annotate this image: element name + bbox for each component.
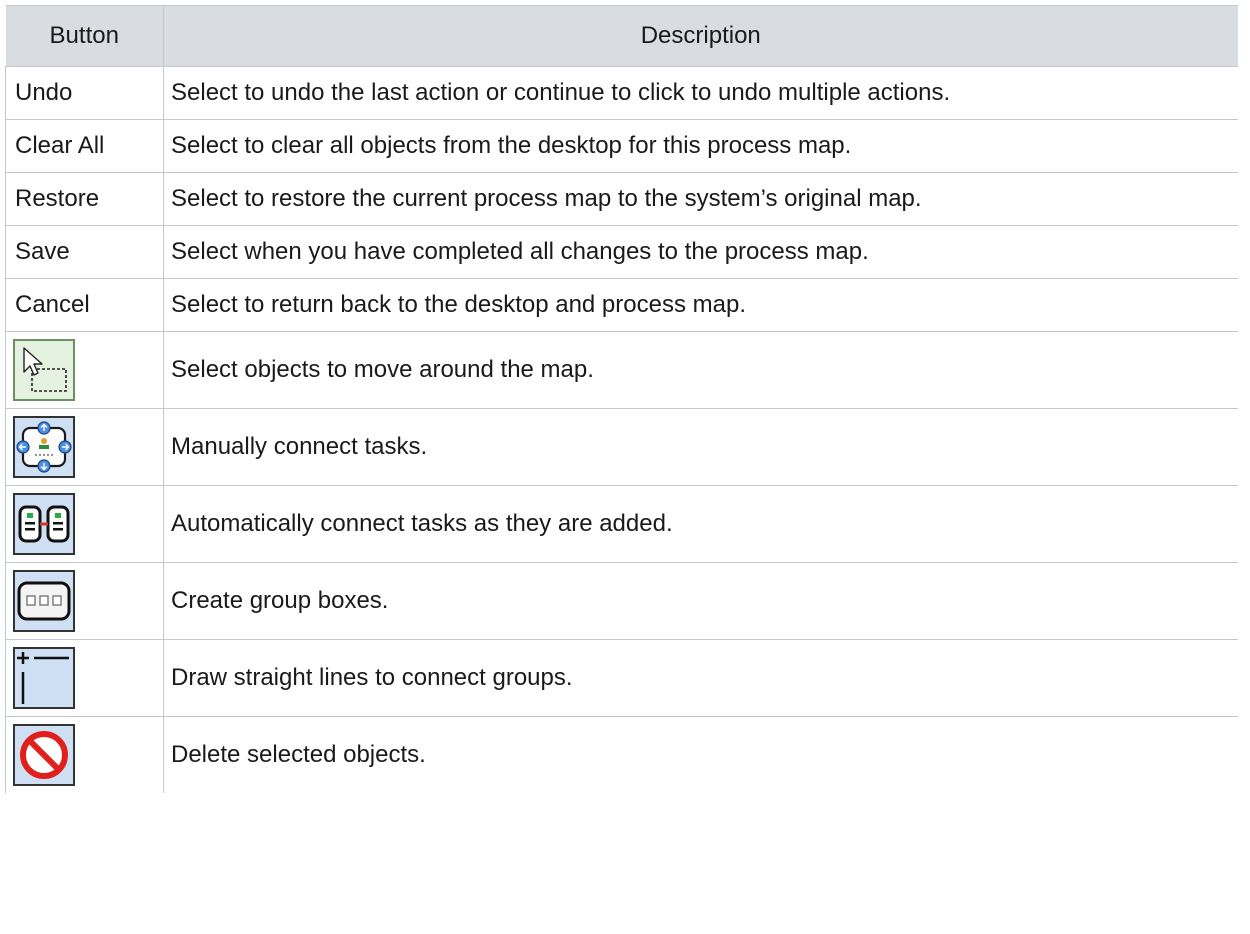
table-row: Clear All Select to clear all objects fr…: [5, 119, 1238, 173]
table-row: Cancel Select to return back to the desk…: [5, 278, 1238, 332]
button-description: Manually connect tasks.: [163, 408, 1238, 486]
button-description: Automatically connect tasks as they are …: [163, 485, 1238, 563]
button-description: Delete selected objects.: [171, 741, 426, 768]
table-row: Save Select when you have completed all …: [5, 225, 1238, 279]
button-description: Draw straight lines to connect groups.: [163, 639, 1238, 717]
table-row: Undo Select to undo the last action or c…: [5, 66, 1238, 120]
table-row: Draw straight lines to connect groups.: [5, 639, 1238, 717]
table-row: Create group boxes.: [5, 562, 1238, 640]
group-box-icon: [13, 570, 75, 632]
table-row: Manually connect tasks.: [5, 408, 1238, 486]
button-description: Select when you have completed all chang…: [163, 225, 1238, 279]
button-name: Cancel: [5, 278, 164, 332]
button-description: Select to restore the current process ma…: [163, 172, 1238, 226]
button-name: Save: [5, 225, 164, 279]
button-description: Create group boxes.: [163, 562, 1238, 640]
table-row: Automatically connect tasks as they are …: [5, 485, 1238, 563]
auto-connect-icon: [13, 493, 75, 555]
button-name: Restore: [5, 172, 164, 226]
table-header-row: Button Description: [5, 5, 1238, 67]
select-pointer-icon: [13, 339, 75, 401]
table-row: Delete selected objects.: [5, 716, 1238, 793]
header-button: Button: [5, 5, 164, 67]
straight-line-icon: [13, 647, 75, 709]
button-description: Select to return back to the desktop and…: [163, 278, 1238, 332]
button-description: Select to undo the last action or contin…: [163, 66, 1238, 120]
manual-connect-icon: [13, 416, 75, 478]
table-row: Restore Select to restore the current pr…: [5, 172, 1238, 226]
button-name: Undo: [5, 66, 164, 120]
header-description: Description: [163, 5, 1238, 67]
delete-icon: [13, 724, 75, 786]
buttons-table: Button Description Undo Select to undo t…: [5, 5, 1238, 793]
button-description: Select objects to move around the map.: [163, 331, 1238, 409]
button-description: Select to clear all objects from the des…: [163, 119, 1238, 173]
button-name: Clear All: [5, 119, 164, 173]
table-row: Select objects to move around the map.: [5, 331, 1238, 409]
